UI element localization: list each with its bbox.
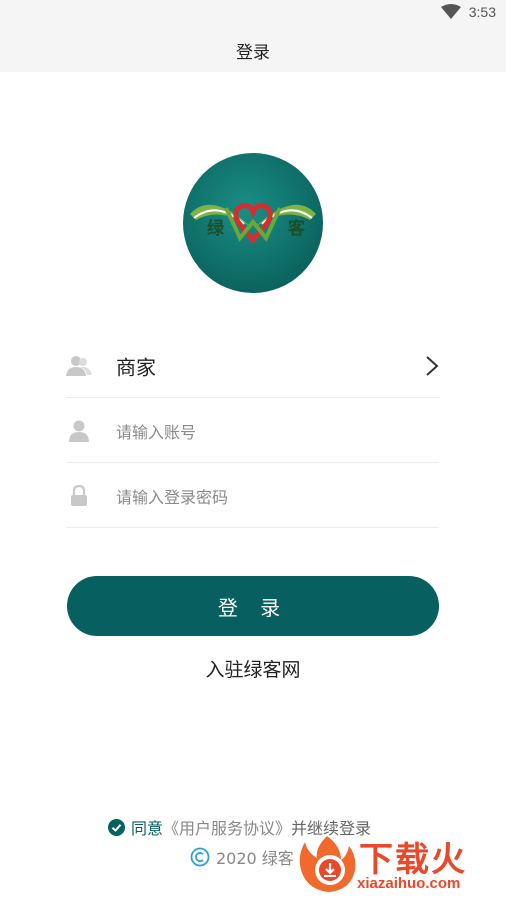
checkbox-checked-icon[interactable] [108,818,125,836]
lock-icon [66,483,92,509]
copyright: 2020 绿客 [190,845,294,869]
copyright-icon [190,847,210,867]
account-field[interactable]: 请输入账号 [66,399,439,463]
agree-prefix: 同意 [131,819,164,838]
logo-right-text: 客 [287,218,306,239]
flame-logo-icon [299,836,356,892]
app-bar: 登录 [0,28,506,72]
status-icons: 3:53 [440,4,496,20]
password-placeholder: 请输入登录密码 [116,487,229,507]
password-field[interactable]: 请输入登录密码 [66,464,439,528]
page-title: 登录 [236,43,270,63]
role-selector[interactable]: 商家 [66,334,439,398]
account-placeholder: 请输入账号 [116,422,197,442]
status-time: 3:53 [468,4,496,20]
users-icon [66,353,92,379]
user-icon [66,418,92,444]
watermark: 下载火 xiazaihuo.com [297,830,502,898]
watermark-domain: xiazaihuo.com [357,875,461,892]
role-label: 商家 [116,355,156,379]
join-link[interactable]: 入驻绿客网 [0,655,506,682]
status-bar: 3:53 [0,0,506,28]
watermark-title: 下载火 [359,840,467,880]
copyright-text: 2020 绿客 [216,849,294,868]
logo-left-text: 绿 [207,218,225,239]
login-button[interactable]: 登 录 [67,576,439,636]
chevron-right-icon [426,355,439,376]
app-logo: 绿 客 [182,152,324,294]
service-agreement-link[interactable]: 《用户服务协议》 [163,815,291,839]
wifi-icon [440,4,461,19]
